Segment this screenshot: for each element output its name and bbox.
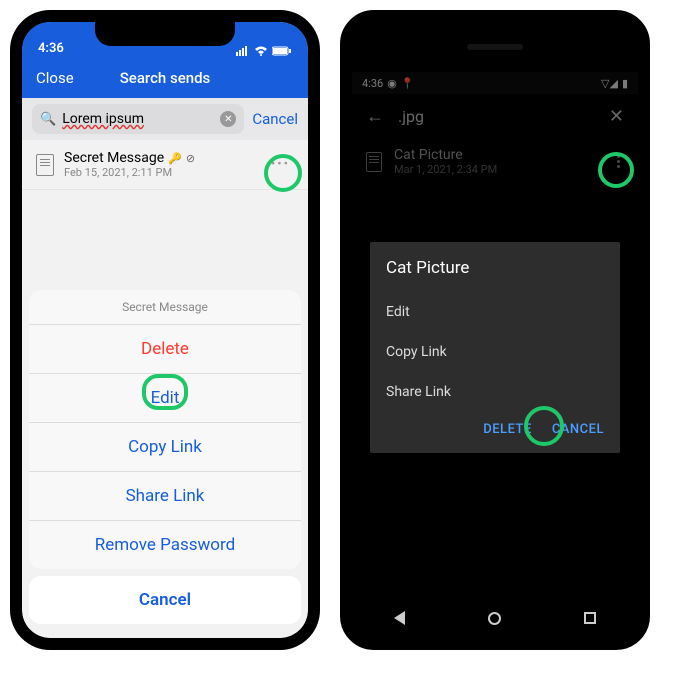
android-dialog: Cat Picture Edit Copy Link Share Link DE… bbox=[370, 242, 620, 453]
item-name: Secret Message bbox=[64, 150, 164, 166]
ios-screen: 4:36 Close Search sends 🔍 Lorem ipsum ✕ … bbox=[22, 22, 308, 638]
share-link-button[interactable]: Share Link bbox=[386, 372, 604, 412]
nav-home-button[interactable] bbox=[488, 612, 501, 625]
search-icon: 🔍 bbox=[40, 112, 56, 127]
search-cancel-button[interactable]: Cancel bbox=[252, 110, 298, 128]
ios-status-time: 4:36 bbox=[38, 41, 64, 56]
ios-action-sheet: Secret Message Delete Edit Copy Link Sha… bbox=[29, 290, 301, 631]
cancel-button[interactable]: CANCEL bbox=[552, 422, 604, 437]
wifi-icon bbox=[254, 46, 268, 56]
clear-icon[interactable]: ✕ bbox=[220, 111, 236, 127]
copy-link-button[interactable]: Copy Link bbox=[29, 423, 301, 472]
copy-link-button[interactable]: Copy Link bbox=[386, 332, 604, 372]
delete-button[interactable]: Delete bbox=[29, 325, 301, 374]
iphone-notch bbox=[95, 22, 235, 46]
action-sheet-title: Secret Message bbox=[29, 290, 301, 325]
delete-button[interactable]: DELETE bbox=[483, 422, 532, 437]
remove-password-button[interactable]: Remove Password bbox=[29, 521, 301, 569]
android-device-frame: 4:36 ◉ 📍 ▽◢ ▮ ← .jpg ✕ Cat Picture Mar 1… bbox=[340, 10, 650, 650]
edit-button[interactable]: Edit bbox=[386, 292, 604, 332]
close-button[interactable]: Close bbox=[36, 69, 74, 87]
signal-icon bbox=[236, 46, 250, 56]
more-options-button[interactable]: ••• bbox=[267, 153, 294, 176]
android-nav-bar bbox=[352, 598, 638, 638]
disabled-icon: ⊘ bbox=[186, 152, 195, 165]
list-item[interactable]: Secret Message 🔑 ⊘ Feb 15, 2021, 2:11 PM… bbox=[22, 140, 308, 190]
list-item-text: Secret Message 🔑 ⊘ Feb 15, 2021, 2:11 PM bbox=[64, 150, 257, 179]
search-text: Lorem ipsum bbox=[62, 111, 214, 127]
search-input[interactable]: 🔍 Lorem ipsum ✕ bbox=[32, 104, 244, 134]
ios-status-indicators bbox=[236, 46, 292, 56]
item-date: Feb 15, 2021, 2:11 PM bbox=[64, 166, 257, 179]
nav-back-button[interactable] bbox=[394, 611, 405, 625]
cancel-button[interactable]: Cancel bbox=[29, 576, 301, 624]
iphone-device-frame: 4:36 Close Search sends 🔍 Lorem ipsum ✕ … bbox=[10, 10, 320, 650]
file-icon bbox=[36, 154, 54, 176]
key-icon: 🔑 bbox=[168, 152, 182, 165]
nav-recents-button[interactable] bbox=[584, 612, 596, 624]
share-link-button[interactable]: Share Link bbox=[29, 472, 301, 521]
edit-button[interactable]: Edit bbox=[29, 374, 301, 423]
android-screen: 4:36 ◉ 📍 ▽◢ ▮ ← .jpg ✕ Cat Picture Mar 1… bbox=[352, 22, 638, 638]
ios-nav-bar: Close Search sends bbox=[22, 58, 308, 98]
dialog-title: Cat Picture bbox=[386, 258, 604, 278]
battery-icon bbox=[272, 46, 292, 56]
ios-search-bar: 🔍 Lorem ipsum ✕ Cancel bbox=[22, 98, 308, 140]
